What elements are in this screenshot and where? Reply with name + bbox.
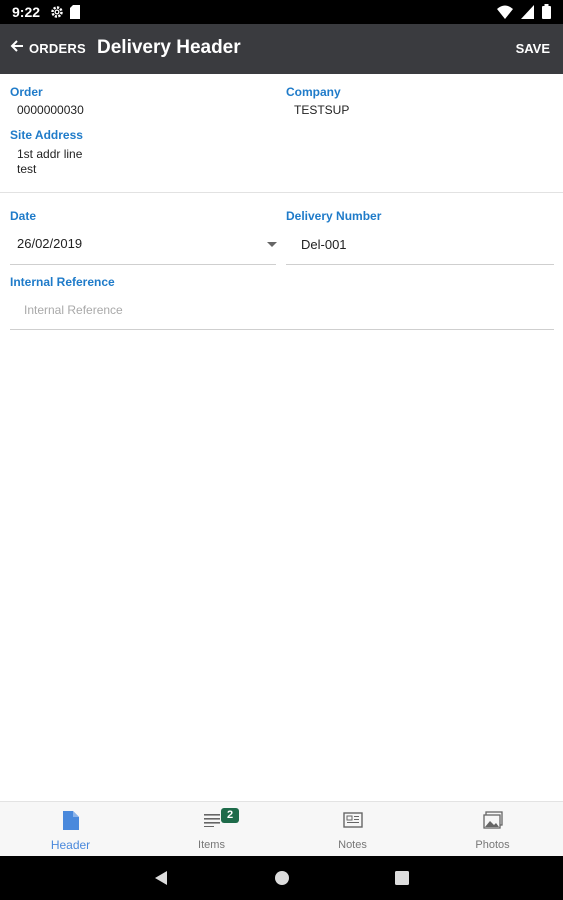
- photos-icon: [482, 811, 503, 834]
- date-picker[interactable]: 26/02/2019: [17, 236, 82, 251]
- tab-photos[interactable]: Photos: [422, 802, 563, 857]
- tab-notes[interactable]: Notes: [282, 802, 423, 857]
- delivery-number-label: Delivery Number: [286, 209, 382, 223]
- notes-icon: [342, 811, 363, 834]
- company-value: TESTSUP: [294, 103, 350, 117]
- status-time: 9:22: [12, 4, 41, 20]
- delivery-number-underline: [286, 264, 554, 265]
- site-address-line2: test: [17, 162, 37, 176]
- tab-items-label: Items: [198, 839, 225, 851]
- date-underline: [10, 264, 276, 265]
- internal-reference-input[interactable]: [24, 300, 544, 320]
- page-title: Delivery Header: [97, 37, 241, 58]
- save-button[interactable]: SAVE: [516, 41, 550, 56]
- dropdown-arrow-icon[interactable]: [267, 242, 277, 247]
- items-count-badge: 2: [221, 808, 239, 823]
- site-address-label: Site Address: [10, 128, 83, 142]
- settings-icon: [50, 5, 64, 24]
- wifi-icon: [497, 5, 513, 24]
- site-address-line1: 1st addr line: [17, 147, 83, 161]
- date-label: Date: [10, 209, 37, 223]
- status-bar: 9:22: [0, 0, 563, 24]
- system-nav-bar: [0, 856, 563, 900]
- system-home-button[interactable]: [252, 856, 312, 900]
- tab-photos-label: Photos: [475, 839, 510, 851]
- section-divider: [0, 192, 563, 193]
- order-value: 0000000030: [17, 103, 84, 117]
- company-label: Company: [286, 85, 341, 99]
- tab-notes-label: Notes: [338, 839, 367, 851]
- tab-items[interactable]: 2 Items: [141, 802, 282, 857]
- tab-header-label: Header: [50, 838, 91, 852]
- document-icon: [62, 811, 79, 835]
- list-icon: [203, 811, 220, 832]
- system-back-button[interactable]: [131, 856, 191, 900]
- tab-header[interactable]: Header: [0, 802, 141, 857]
- back-label: ORDERS: [29, 41, 86, 56]
- order-label: Order: [10, 85, 43, 99]
- back-to-orders-button[interactable]: ORDERS: [10, 39, 86, 58]
- battery-icon: [542, 4, 551, 24]
- internal-reference-underline: [10, 329, 554, 330]
- app-bar: ORDERS Delivery Header SAVE: [0, 24, 563, 74]
- sd-card-icon: [70, 5, 80, 24]
- arrow-back-icon: [10, 39, 24, 58]
- delivery-number-input[interactable]: [301, 234, 551, 254]
- bottom-navigation: Header 2 Items Notes Photos: [0, 801, 563, 856]
- system-recents-button[interactable]: [372, 856, 432, 900]
- internal-reference-label: Internal Reference: [10, 275, 115, 289]
- signal-icon: [521, 4, 534, 24]
